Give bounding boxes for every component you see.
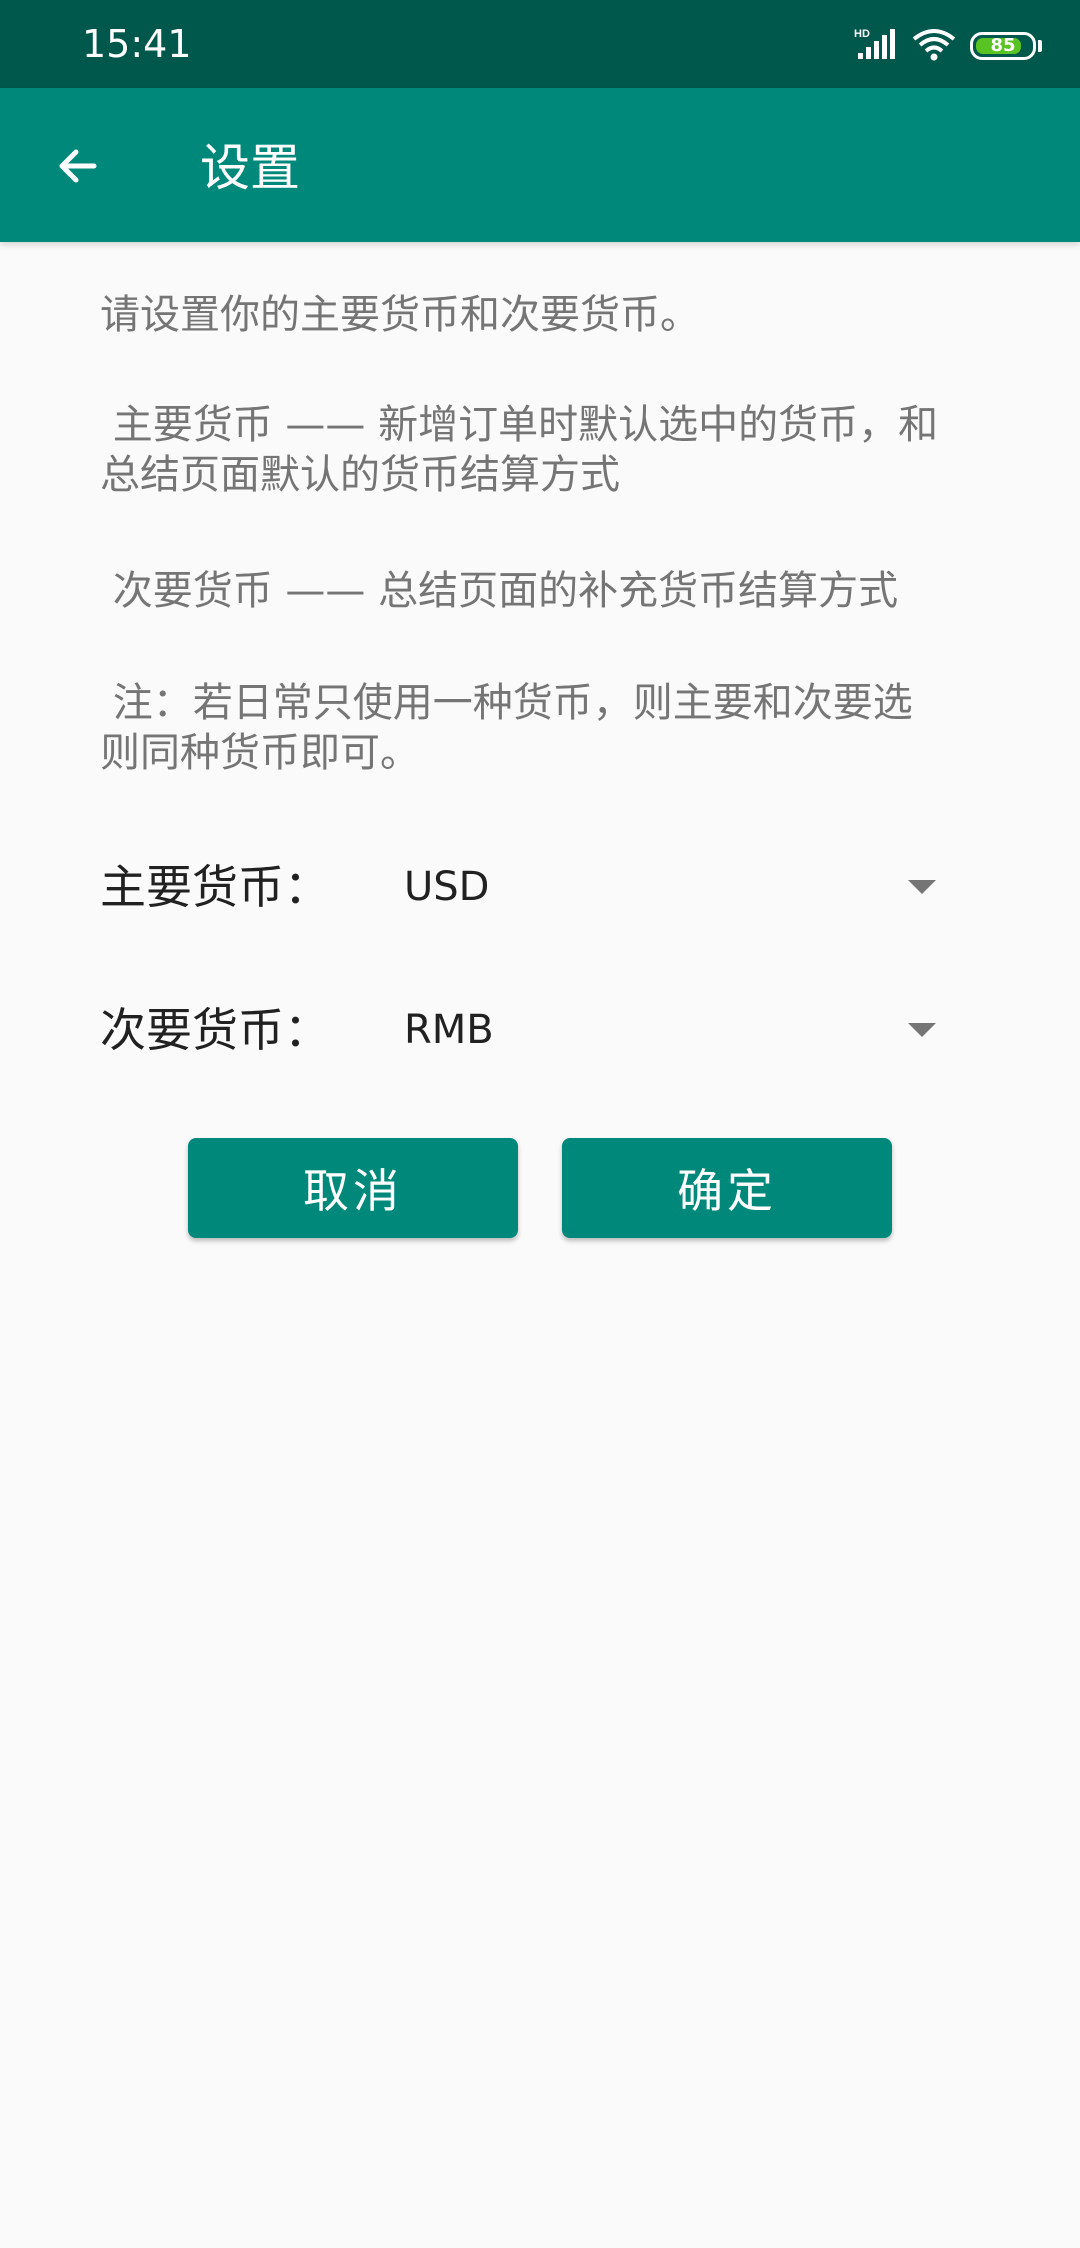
page-title: 设置: [200, 139, 300, 197]
battery-level: 85: [990, 35, 1016, 56]
cancel-button[interactable]: 取消: [188, 1138, 518, 1238]
description-intro: 请设置你的主要货币和次要货币。: [100, 292, 700, 338]
dropdown-arrow-icon: [908, 1023, 936, 1037]
secondary-currency-value: RMB: [404, 1007, 494, 1053]
secondary-currency-row: 次要货币： RMB: [100, 985, 936, 1075]
network-label: HD: [854, 28, 870, 40]
description-secondary: 次要货币 —— 总结页面的补充货币结算方式: [100, 568, 899, 614]
primary-currency-spinner[interactable]: USD: [396, 842, 936, 932]
signal-icon: HD: [852, 27, 898, 65]
confirm-button[interactable]: 确定: [562, 1138, 892, 1238]
battery-tip: [1038, 40, 1042, 52]
primary-currency-value: USD: [404, 864, 490, 910]
battery-icon: 85: [970, 32, 1036, 60]
app-bar: 设置: [0, 88, 1080, 242]
description-primary: 主要货币 —— 新增订单时默认选中的货币，和 总结页面默认的货币结算方式: [100, 402, 939, 498]
status-time: 15:41: [82, 22, 192, 66]
wifi-icon: [912, 27, 956, 65]
secondary-currency-spinner[interactable]: RMB: [396, 985, 936, 1075]
description-note: 注：若日常只使用一种货币，则主要和次要选 则同种货币即可。: [100, 680, 913, 776]
primary-currency-row: 主要货币： USD: [100, 842, 936, 932]
primary-currency-label: 主要货币：: [100, 860, 330, 914]
secondary-currency-label: 次要货币：: [100, 1003, 330, 1057]
arrow-left-icon: [54, 142, 102, 194]
back-button[interactable]: [38, 128, 118, 208]
status-bar: 15:41 HD 85: [0, 0, 1080, 88]
status-icons: HD 85: [852, 24, 1042, 68]
dropdown-arrow-icon: [908, 880, 936, 894]
